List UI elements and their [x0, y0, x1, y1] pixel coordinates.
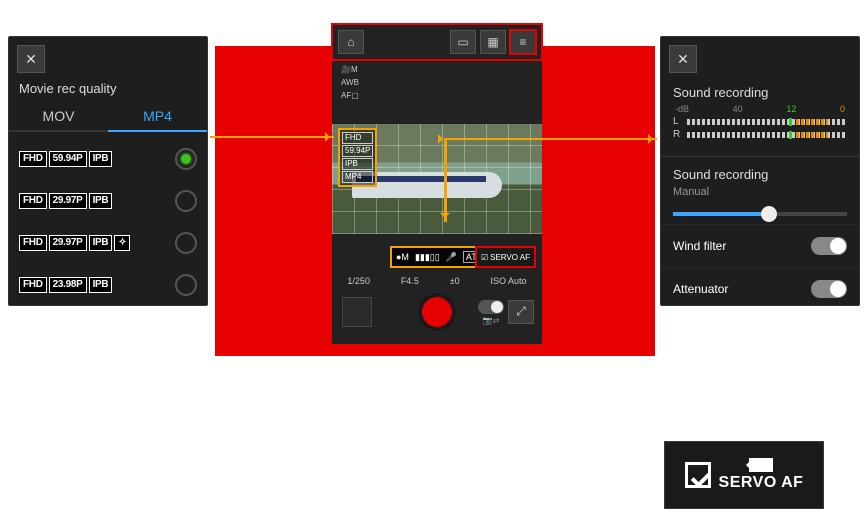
servo-af-button[interactable]: SERVO AF	[664, 441, 824, 509]
codec-tag: IPB	[89, 277, 113, 293]
shooting-badges: 🎥M AWB AF▢	[338, 64, 362, 101]
attenuator-label: Attenuator	[673, 282, 728, 296]
level-slider[interactable]	[673, 212, 847, 216]
iso-value: ISO Auto	[491, 276, 527, 286]
tab-mp4[interactable]: MP4	[108, 100, 207, 132]
meter-right: R	[673, 129, 847, 140]
servo-label: SERVO AF	[490, 253, 530, 262]
checkbox-checked-icon	[685, 462, 711, 488]
quality-option[interactable]: FHD 59.94P IPB	[17, 138, 199, 180]
close-button[interactable]: ✕	[17, 45, 45, 73]
toolbar-button[interactable]: ▦	[480, 30, 506, 54]
home-button[interactable]: ⌂	[338, 30, 364, 54]
arrow-down-icon	[444, 138, 446, 222]
codec-tag: IPB	[89, 151, 113, 167]
q-fps: 59.94P	[342, 145, 373, 157]
section-title: Sound recording	[673, 167, 847, 182]
toolbar-button[interactable]: ▭	[450, 30, 476, 54]
res-tag: FHD	[19, 193, 47, 209]
servo-af-label: SERVO AF	[719, 474, 804, 492]
shutter-value: 1/250	[347, 276, 370, 286]
wind-filter-label: Wind filter	[673, 239, 726, 253]
channel-l-label: L	[673, 116, 683, 127]
quality-indicator[interactable]: FHD 59.94P IPB MP4	[338, 128, 377, 187]
quality-option[interactable]: FHD 29.97P IPB ✧	[17, 222, 199, 264]
fps-tag: 59.94P	[49, 151, 87, 167]
channel-r-label: R	[673, 129, 683, 140]
microphone-icon: 🎤	[446, 252, 457, 263]
movie-rec-quality-panel: ✕ Movie rec quality MOV MP4 FHD 59.94P I…	[8, 36, 208, 306]
codec-tag: IPB	[89, 235, 113, 251]
movie-camera-icon	[749, 458, 773, 472]
sound-recording-panel: ✕ Sound recording -dB 40 12 0 L R Sound …	[660, 36, 860, 306]
af-badge: AF▢	[338, 90, 362, 101]
res-tag: FHD	[19, 151, 47, 167]
checkbox-icon: ☑	[481, 253, 488, 262]
quality-option[interactable]: FHD 29.97P IPB	[17, 180, 199, 222]
attenuator-toggle[interactable]	[811, 280, 847, 298]
q-res: FHD	[342, 132, 373, 144]
scale-40: 40	[733, 104, 743, 114]
exposure-readout: 1/250 F4.5 ±0 ISO Auto	[332, 276, 542, 286]
radio-icon[interactable]	[175, 232, 197, 254]
scale-12: 12	[786, 104, 796, 114]
arrow-icon	[210, 136, 334, 138]
section-title: Sound recording	[673, 85, 847, 100]
level-meter-icon: ▮▮▮▯▯	[415, 252, 440, 263]
meter-left: L	[673, 116, 847, 127]
switch-camera-icon[interactable]: 📷⇄	[478, 300, 504, 325]
panel-title: Movie rec quality	[9, 81, 207, 100]
close-button[interactable]: ✕	[669, 45, 697, 73]
res-tag: FHD	[19, 235, 47, 251]
record-button[interactable]	[418, 293, 456, 331]
meter-scale: -dB 40 12 0	[673, 104, 847, 114]
recording-mode-value: Manual	[673, 186, 847, 198]
expand-button[interactable]: ⤢	[508, 300, 534, 324]
format-tabs: MOV MP4	[9, 100, 207, 132]
fps-tag: 29.97P	[49, 235, 87, 251]
light-tag: ✧	[114, 235, 130, 251]
camera-live-panel: ⌂ ▭ ▦ ≡ 🎥M AWB AF▢ FHD 59.94P IPB MP4 ●M…	[332, 24, 542, 344]
wb-badge: AWB	[338, 77, 362, 88]
fps-tag: 29.97P	[49, 193, 87, 209]
radio-icon[interactable]	[175, 148, 197, 170]
level-meter-icon	[687, 119, 847, 125]
attenuator-row: Attenuator	[661, 267, 859, 310]
video-mode-icon: 🎥M	[338, 64, 362, 75]
res-tag: FHD	[19, 277, 47, 293]
mic-mode-icon: ●M	[396, 252, 409, 262]
q-container: MP4	[342, 171, 373, 183]
level-meter-icon	[687, 132, 847, 138]
thumbnail-button[interactable]	[342, 297, 372, 327]
db-label: -dB	[675, 104, 689, 114]
radio-icon[interactable]	[175, 274, 197, 296]
wind-filter-toggle[interactable]	[811, 237, 847, 255]
quality-options: FHD 59.94P IPB FHD 29.97P IPB FHD 29.97P…	[9, 132, 207, 312]
arrow-icon	[445, 138, 657, 140]
ev-value: ±0	[450, 276, 460, 286]
aperture-value: F4.5	[401, 276, 419, 286]
scale-0: 0	[840, 104, 845, 114]
tab-mov[interactable]: MOV	[9, 100, 108, 132]
fps-tag: 23.98P	[49, 277, 87, 293]
radio-icon[interactable]	[175, 190, 197, 212]
wind-filter-row: Wind filter	[661, 224, 859, 267]
slider-handle-icon[interactable]	[761, 206, 777, 222]
mode-toggle[interactable]	[478, 300, 504, 314]
codec-tag: IPB	[89, 193, 113, 209]
menu-button[interactable]: ≡	[510, 30, 536, 54]
q-codec: IPB	[342, 158, 373, 170]
bottom-controls: 📷⇄ ⤢	[332, 286, 542, 338]
top-toolbar: ⌂ ▭ ▦ ≡	[332, 24, 542, 60]
servo-af-toggle[interactable]: ☑ SERVO AF	[475, 246, 536, 268]
camera-switch-icon: 📷⇄	[483, 316, 500, 325]
quality-option[interactable]: FHD 23.98P IPB	[17, 264, 199, 306]
